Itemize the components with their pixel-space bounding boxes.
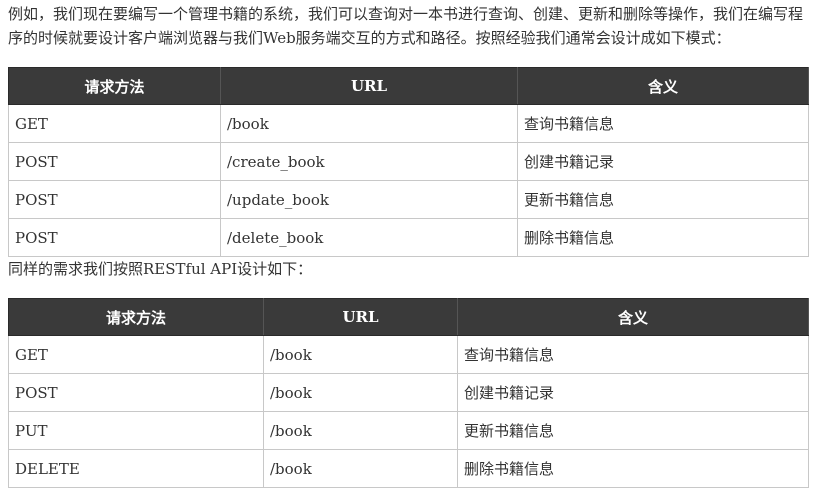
- cell-meaning: 创建书籍记录: [457, 373, 809, 412]
- cell-url: /book: [263, 373, 458, 412]
- cell-method: POST: [8, 373, 264, 412]
- cell-meaning: 删除书籍信息: [457, 449, 809, 488]
- table-header-row: 请求方法 URL 含义: [8, 67, 809, 105]
- cell-url: /book: [220, 104, 518, 143]
- header-url: URL: [220, 67, 518, 105]
- table-row: POST /create_book 创建书籍记录: [8, 142, 809, 181]
- table-row: POST /book 创建书籍记录: [8, 373, 809, 412]
- header-meaning: 含义: [517, 67, 809, 105]
- cell-method: DELETE: [8, 449, 264, 488]
- table-row: PUT /book 更新书籍信息: [8, 411, 809, 450]
- cell-meaning: 创建书籍记录: [517, 142, 809, 181]
- cell-url: /create_book: [220, 142, 518, 181]
- cell-method: POST: [8, 180, 221, 219]
- header-meaning: 含义: [457, 298, 809, 336]
- cell-meaning: 更新书籍信息: [457, 411, 809, 450]
- cell-method: PUT: [8, 411, 264, 450]
- header-url: URL: [263, 298, 458, 336]
- cell-meaning: 查询书籍信息: [517, 104, 809, 143]
- cell-method: POST: [8, 142, 221, 181]
- cell-method: POST: [8, 218, 221, 257]
- cell-meaning: 删除书籍信息: [517, 218, 809, 257]
- cell-meaning: 查询书籍信息: [457, 335, 809, 374]
- table-row: DELETE /book 删除书籍信息: [8, 449, 809, 488]
- table-row: GET /book 查询书籍信息: [8, 104, 809, 143]
- cell-url: /update_book: [220, 180, 518, 219]
- header-method: 请求方法: [8, 298, 264, 336]
- cell-url: /book: [263, 411, 458, 450]
- cell-method: GET: [8, 104, 221, 143]
- traditional-api-table: 请求方法 URL 含义 GET /book 查询书籍信息 POST /creat…: [8, 67, 809, 257]
- header-method: 请求方法: [8, 67, 221, 105]
- restful-intro-paragraph: 同样的需求我们按照RESTful API设计如下：: [8, 260, 313, 278]
- table-header-row: 请求方法 URL 含义: [8, 298, 809, 336]
- table-row: GET /book 查询书籍信息: [8, 335, 809, 374]
- cell-url: /book: [263, 335, 458, 374]
- cell-method: GET: [8, 335, 264, 374]
- intro-paragraph: 例如，我们现在要编写一个管理书籍的系统，我们可以查询对一本书进行查询、创建、更新…: [8, 5, 804, 47]
- cell-url: /delete_book: [220, 218, 518, 257]
- cell-meaning: 更新书籍信息: [517, 180, 809, 219]
- table-row: POST /update_book 更新书籍信息: [8, 180, 809, 219]
- table-row: POST /delete_book 删除书籍信息: [8, 218, 809, 257]
- restful-api-table: 请求方法 URL 含义 GET /book 查询书籍信息 POST /book …: [8, 298, 809, 488]
- cell-url: /book: [263, 449, 458, 488]
